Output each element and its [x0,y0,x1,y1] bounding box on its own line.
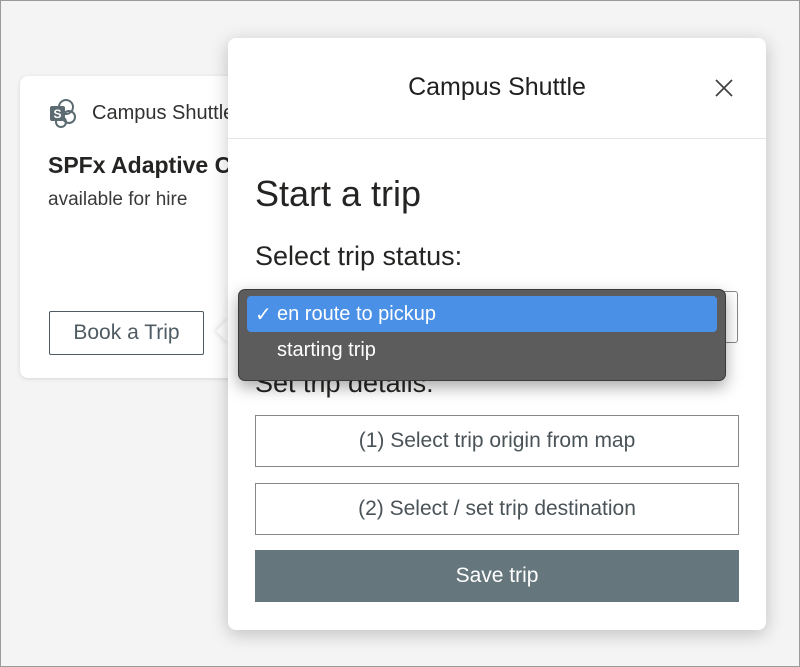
dropdown-option-en-route[interactable]: ✓ en route to pickup [247,296,717,332]
dialog-header: Campus Shuttle [228,38,766,139]
page-heading: Start a trip [255,173,422,214]
dropdown-option-starting-trip[interactable]: starting trip [247,332,717,368]
select-destination-button[interactable]: (2) Select / set trip destination [255,483,739,535]
trip-status-label: Select trip status: [255,241,463,271]
trip-status-dropdown-list: ✓ en route to pickup starting trip [238,289,726,381]
select-origin-button[interactable]: (1) Select trip origin from map [255,415,739,467]
card-subtitle: available for hire [48,189,188,210]
dropdown-option-label: en route to pickup [277,302,436,325]
save-trip-button[interactable]: Save trip [255,550,739,602]
checkmark-icon: ✓ [255,303,272,326]
card-header: S Campus Shuttle [48,98,234,128]
close-button[interactable] [710,74,738,102]
book-trip-button[interactable]: Book a Trip [49,311,204,355]
dialog-title: Campus Shuttle [408,73,586,101]
sharepoint-icon: S [50,99,76,128]
close-icon [715,79,733,97]
card-app-name: Campus Shuttle [92,101,235,124]
svg-text:S: S [53,107,61,121]
dropdown-option-label: starting trip [277,338,376,361]
